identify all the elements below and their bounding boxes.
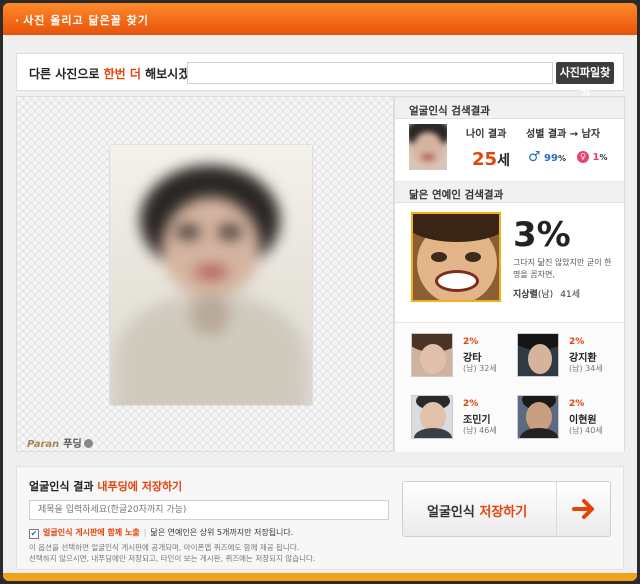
top-match-percentage: 3%	[513, 215, 571, 255]
male-symbol-icon: ♂	[528, 149, 541, 165]
board-exposure-option: ✔ 얼굴인식 게시판에 함께 노출 | 닮은 연예인은 상위 5개까지만 저장됩니다.	[29, 528, 294, 539]
save-panel: 얼굴인식 결과 내푸딩에 저장하기 ✔얼굴인식 게시판에 함께 노출|닮은 연예…	[16, 466, 624, 570]
title-bullet: ·	[15, 14, 21, 27]
save-heading: 얼굴인식 결과 내푸딩에 저장하기	[29, 480, 183, 493]
file-path-input[interactable]	[187, 62, 553, 84]
search-prompt-highlight: 한번 더	[103, 67, 141, 81]
paran-logo: Paran	[27, 439, 60, 450]
celebrity-photo	[517, 395, 559, 439]
female-percentage: ♀ 1%	[577, 151, 607, 163]
face-result-heading: 얼굴인식 검색결과	[395, 97, 624, 119]
bottom-accent-bar	[3, 573, 637, 581]
gender-result-label: 성별 결과 → 남자	[526, 129, 601, 140]
page-title: 사진 올리고 닮은꼴 찾기	[23, 14, 149, 27]
analyzed-face-thumbnail	[409, 124, 447, 170]
photo-preview-panel: Paran 푸딩	[16, 96, 394, 452]
save-button-label: 얼굴인식 저장하기	[427, 505, 528, 520]
top-match-name[interactable]: 지상렬(남) 41세	[513, 287, 580, 300]
title-input[interactable]	[29, 500, 389, 520]
title-bar: · 사진 올리고 닮은꼴 찾기	[3, 3, 637, 35]
exposure-notice: 이 옵션을 선택하면 얼굴인식 게시판에 공개되며, 아이폰앱 퀴즈에도 함께 …	[29, 543, 316, 563]
save-arrow-box	[556, 482, 610, 536]
age-result-label: 나이 결과	[466, 129, 507, 140]
board-exposure-label[interactable]: 얼굴인식 게시판에 함께 노출	[43, 528, 140, 537]
celebrity-card[interactable]: 2% 강지환 (남) 34세	[517, 333, 627, 393]
similar-celebrity-grid: 2% 강타 (남) 32세 2% 강지환 (남) 34세 2% 조민기 (남) …	[395, 322, 624, 452]
age-result-value: 25세	[472, 149, 510, 170]
right-arrow-icon	[572, 499, 594, 519]
photo-search-bar: 다른 사진으로 한번 더 해보시겠어요? 사진파일찾기	[16, 53, 624, 101]
save-result-button[interactable]: 얼굴인식 저장하기	[402, 481, 611, 537]
celebrity-photo	[411, 333, 453, 377]
celebrity-card[interactable]: 2% 강타 (남) 32세	[411, 333, 521, 393]
celebrity-result-heading: 닮은 연예인 검색결과	[395, 181, 624, 203]
celebrity-photo	[411, 395, 453, 439]
gender-result-value: 남자	[581, 129, 601, 140]
paran-pudding-watermark: Paran 푸딩	[27, 435, 93, 450]
celebrity-card[interactable]: 2% 조민기 (남) 46세	[411, 395, 521, 455]
celebrity-photo	[517, 333, 559, 377]
celebrity-card[interactable]: 2% 이현원 (남) 40세	[517, 395, 627, 455]
save-limit-note: 닮은 연예인은 상위 5개까지만 저장됩니다.	[150, 528, 294, 537]
uploaded-photo	[110, 145, 312, 405]
board-exposure-checkbox[interactable]: ✔	[29, 529, 39, 539]
app-window: · 사진 올리고 닮은꼴 찾기 다른 사진으로 한번 더 해보시겠어요? 사진파일…	[3, 3, 637, 581]
pudding-logo-icon	[83, 439, 93, 448]
top-match-description: 그다지 닮진 않았지만 굳이 한 명을 꼽자면,	[513, 258, 612, 279]
female-symbol-icon: ♀	[577, 151, 589, 163]
top-match-photo[interactable]	[411, 212, 501, 302]
male-percentage: ♂ 99%	[528, 149, 566, 165]
result-panel: 얼굴인식 검색결과 나이 결과 25세 성별 결과 → 남자 ♂ 99% ♀ 1…	[394, 96, 625, 452]
find-photo-file-button[interactable]: 사진파일찾기	[556, 62, 614, 101]
